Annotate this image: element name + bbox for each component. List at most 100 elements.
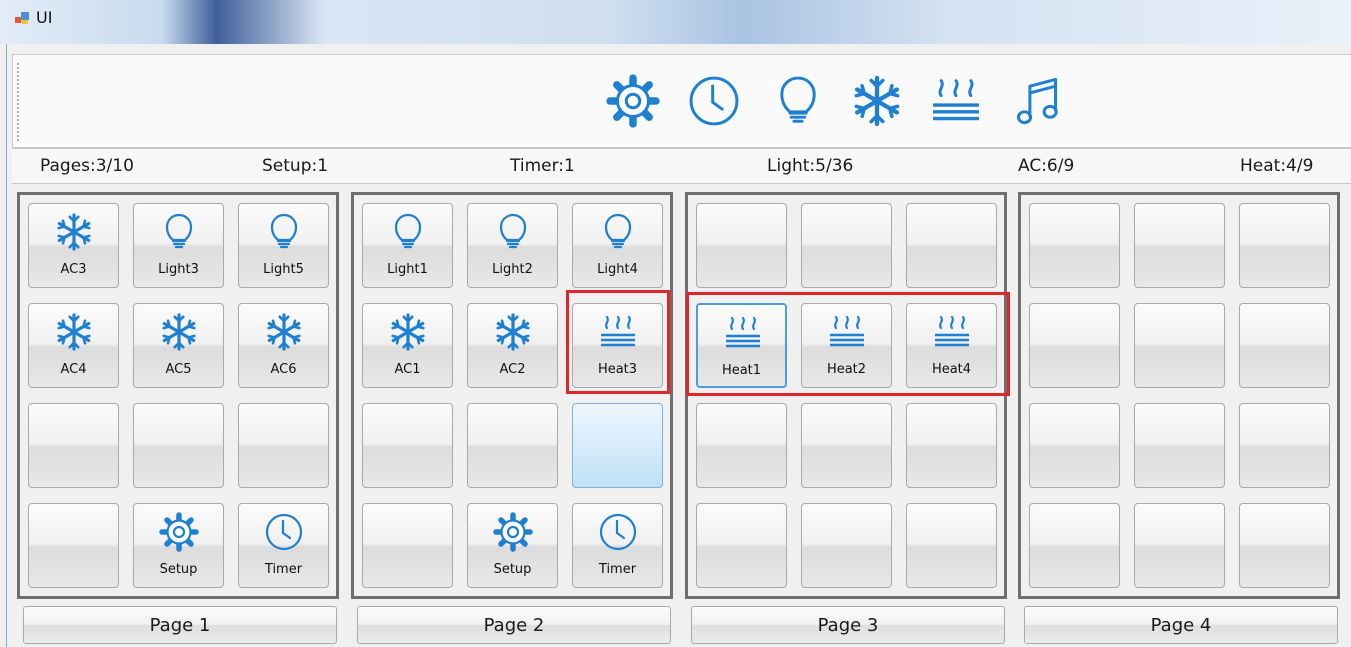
tile-light3[interactable]: Light3 (133, 203, 224, 288)
lightbulb-icon (771, 74, 825, 132)
tile-heat3[interactable]: Heat3 (572, 303, 663, 388)
tile-label: AC3 (60, 262, 87, 277)
tile-timer[interactable]: Timer (238, 503, 329, 588)
snowflake-icon (493, 310, 533, 354)
heat-icon (598, 310, 638, 354)
lightbulb-icon (388, 210, 428, 254)
tile-label: Heat3 (597, 362, 638, 377)
tile-label: Heat1 (721, 363, 762, 378)
heat-icon (827, 310, 867, 354)
lightbulb-icon (264, 210, 304, 254)
empty-tile[interactable] (572, 403, 663, 488)
page-1-button[interactable]: Page 1 (23, 606, 337, 644)
empty-tile[interactable] (906, 203, 997, 288)
tile-ac1[interactable]: AC1 (362, 303, 453, 388)
app-icon (15, 12, 29, 24)
empty-tile[interactable] (1134, 303, 1225, 388)
empty-tile[interactable] (238, 403, 329, 488)
empty-tile[interactable] (696, 503, 787, 588)
music-icon (1011, 74, 1065, 132)
gear-icon (159, 510, 199, 554)
empty-tile[interactable] (133, 403, 224, 488)
status-bar: Pages:3/10 Setup:1 Timer:1 Light:5/36 AC… (12, 148, 1351, 184)
empty-tile[interactable] (906, 403, 997, 488)
tile-heat1[interactable]: Heat1 (696, 303, 787, 388)
snowflake-icon (850, 74, 904, 132)
heat-count: Heat:4/9 (1240, 156, 1314, 176)
snowflake-icon (159, 310, 199, 354)
empty-tile[interactable] (1134, 203, 1225, 288)
tile-timer[interactable]: Timer (572, 503, 663, 588)
tile-label: Timer (598, 562, 637, 577)
empty-tile[interactable] (1134, 403, 1225, 488)
empty-tile[interactable] (801, 403, 892, 488)
pages-count: Pages:3/10 (40, 156, 134, 176)
heat-icon (932, 310, 972, 354)
toolbar-music-button[interactable] (1008, 71, 1068, 131)
page-3-button[interactable]: Page 3 (691, 606, 1005, 644)
tile-label: Heat2 (826, 362, 867, 377)
tile-ac4[interactable]: AC4 (28, 303, 119, 388)
tile-label: AC4 (60, 362, 87, 377)
toolbar-grip[interactable] (17, 63, 19, 141)
ac-count: AC:6/9 (1018, 156, 1075, 176)
empty-tile[interactable] (1134, 503, 1225, 588)
page-2-panel: Light1 Light2 Light4 AC1 AC2 Heat3 Setup Timer (351, 192, 673, 599)
tile-light1[interactable]: Light1 (362, 203, 453, 288)
tile-label: Setup (159, 562, 198, 577)
empty-tile[interactable] (1029, 503, 1120, 588)
tile-label: Light5 (263, 262, 304, 277)
empty-tile[interactable] (362, 503, 453, 588)
tile-label: AC5 (165, 362, 192, 377)
tile-label: Heat4 (931, 362, 972, 377)
empty-tile[interactable] (467, 403, 558, 488)
tile-label: AC1 (394, 362, 421, 377)
empty-tile[interactable] (362, 403, 453, 488)
page-4-button[interactable]: Page 4 (1024, 606, 1338, 644)
tile-ac5[interactable]: AC5 (133, 303, 224, 388)
clock-icon (598, 510, 638, 554)
heat-icon (723, 311, 763, 355)
toolbar-clock-button[interactable] (684, 71, 744, 131)
light-count: Light:5/36 (767, 156, 854, 176)
toolbar-gear-button[interactable] (603, 71, 663, 131)
empty-tile[interactable] (1029, 303, 1120, 388)
empty-tile[interactable] (801, 503, 892, 588)
tile-heat4[interactable]: Heat4 (906, 303, 997, 388)
timer-count: Timer:1 (510, 156, 575, 176)
empty-tile[interactable] (1239, 303, 1330, 388)
window-title: UI (36, 8, 53, 27)
tile-setup[interactable]: Setup (467, 503, 558, 588)
tile-label: AC6 (270, 362, 297, 377)
page-2-button[interactable]: Page 2 (357, 606, 671, 644)
toolbar-heat-button[interactable] (926, 71, 986, 131)
tile-heat2[interactable]: Heat2 (801, 303, 892, 388)
title-bar: UI (0, 0, 1351, 44)
tile-ac6[interactable]: AC6 (238, 303, 329, 388)
tile-light4[interactable]: Light4 (572, 203, 663, 288)
empty-tile[interactable] (906, 503, 997, 588)
tile-setup[interactable]: Setup (133, 503, 224, 588)
empty-tile[interactable] (1029, 203, 1120, 288)
snowflake-icon (388, 310, 428, 354)
empty-tile[interactable] (28, 403, 119, 488)
empty-tile[interactable] (696, 403, 787, 488)
tile-light2[interactable]: Light2 (467, 203, 558, 288)
tile-ac2[interactable]: AC2 (467, 303, 558, 388)
tile-ac3[interactable]: AC3 (28, 203, 119, 288)
tile-label: Light2 (492, 262, 533, 277)
empty-tile[interactable] (1029, 403, 1120, 488)
empty-tile[interactable] (1239, 503, 1330, 588)
lightbulb-icon (493, 210, 533, 254)
empty-tile[interactable] (1239, 403, 1330, 488)
empty-tile[interactable] (696, 203, 787, 288)
tile-light5[interactable]: Light5 (238, 203, 329, 288)
snowflake-icon (54, 310, 94, 354)
empty-tile[interactable] (801, 203, 892, 288)
empty-tile[interactable] (1239, 203, 1330, 288)
page-4-panel (1018, 192, 1340, 599)
toolbar-snowflake-button[interactable] (847, 71, 907, 131)
empty-tile[interactable] (28, 503, 119, 588)
toolbar-lightbulb-button[interactable] (768, 71, 828, 131)
tile-label: Setup (493, 562, 532, 577)
